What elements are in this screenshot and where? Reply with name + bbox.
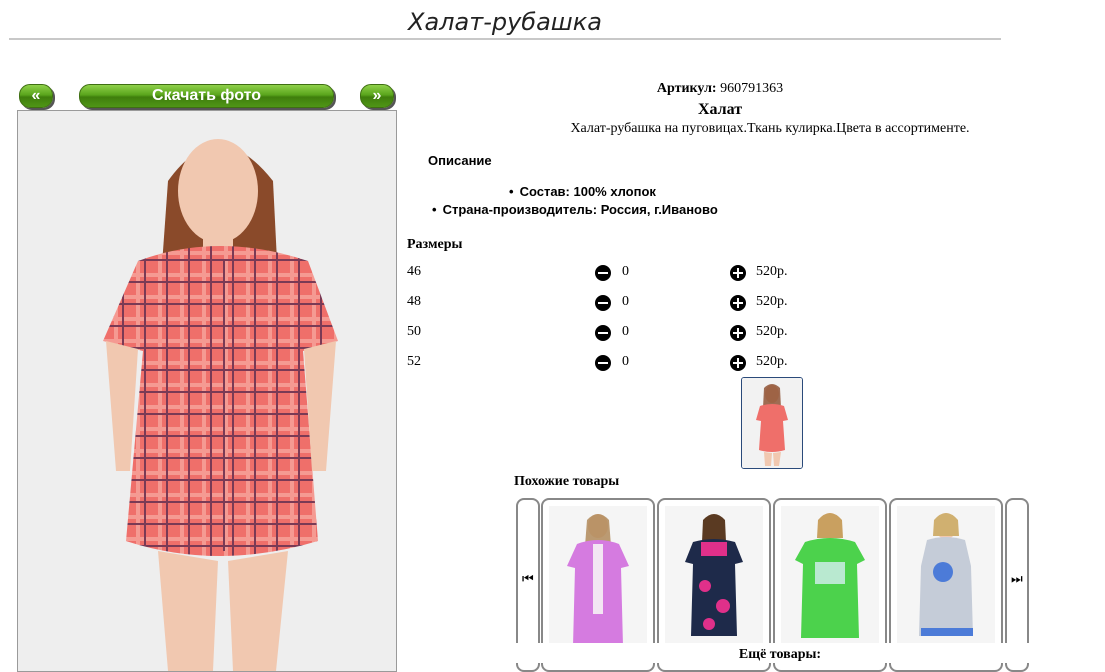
price-value: 520р. [756,294,788,309]
title-divider [9,38,1001,40]
increase-qty-icon[interactable] [730,355,746,371]
decrease-qty-icon[interactable] [595,325,611,341]
similar-product-image [549,506,647,646]
main-product-photo [17,110,397,672]
size-value: 52 [407,354,421,369]
price-value: 520р. [756,324,788,339]
decrease-qty-icon[interactable] [595,295,611,311]
similar-product-image [665,506,763,646]
article-line: Артикул: 960791363 [560,81,880,97]
increase-qty-icon[interactable] [730,295,746,311]
sizes-heading: Размеры [407,237,463,252]
page-title: Халат-рубашка [408,8,602,36]
size-value: 48 [407,294,421,309]
article-value: 960791363 [720,81,784,96]
article-label: Артикул: [656,81,717,96]
size-row: 50 0 520р. [407,324,807,344]
description-heading: Описание [428,153,492,168]
skip-back-icon: ⏮ [522,572,534,587]
quantity-value: 0 [622,294,629,309]
more-products-label: Ещё товары: [738,647,822,662]
increase-qty-icon[interactable] [730,265,746,281]
similar-products-heading: Похожие товары [514,474,620,489]
product-illustration [897,506,995,646]
increase-qty-icon[interactable] [730,325,746,341]
composition-item: Состав: 100% хлопок [509,184,656,199]
size-value: 46 [407,264,421,279]
photo-thumbnail[interactable] [741,377,803,469]
size-row: 46 0 520р. [407,264,807,284]
previous-photo-button[interactable]: « [19,84,53,108]
quantity-value: 0 [622,264,629,279]
similar-product-image [897,506,995,646]
download-photo-button[interactable]: Скачать фото [79,84,334,108]
quantity-value: 0 [622,324,629,339]
product-photo-illustration [18,111,396,671]
product-illustration [781,506,879,646]
size-row: 48 0 520р. [407,294,807,314]
country-item: Страна-производитель: Россия, г.Иваново [432,202,718,217]
next-photo-button[interactable]: » [360,84,394,108]
size-value: 50 [407,324,421,339]
thumbnail-illustration [742,378,802,468]
decrease-qty-icon[interactable] [595,265,611,281]
product-type: Халат [697,101,743,118]
product-illustration [665,506,763,646]
price-value: 520р. [756,264,788,279]
skip-forward-icon: ⏭ [1011,572,1023,587]
product-illustration [549,506,647,646]
price-value: 520р. [756,354,788,369]
quantity-value: 0 [622,354,629,369]
similar-product-image [781,506,879,646]
decrease-qty-icon[interactable] [595,355,611,371]
size-row: 52 0 520р. [407,354,807,374]
product-short-description: Халат-рубашка на пуговицах.Ткань кулирка… [570,121,970,136]
